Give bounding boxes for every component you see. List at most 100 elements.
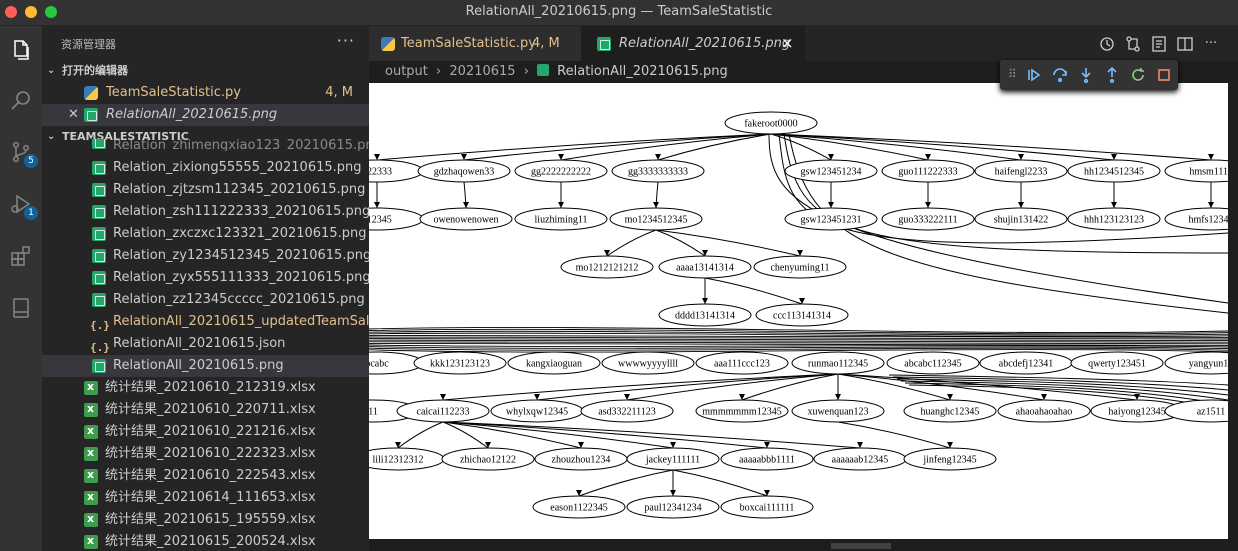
graph-node-label: zhouzhou1234 (552, 455, 611, 466)
file-item[interactable]: 统计结果_20210610_222323.xlsx (42, 443, 369, 465)
step-over-icon[interactable] (1052, 67, 1068, 83)
image-file-icon (537, 64, 550, 76)
file-label: Relation_zsh111222333_20210615.png (113, 204, 369, 219)
graph-node: ccc113141314 (755, 303, 849, 327)
scm-badge: 5 (24, 154, 38, 168)
file-item[interactable]: Relation_zixiong55555_20210615.png (42, 157, 369, 179)
breadcrumb-item[interactable]: 20210615 (449, 64, 515, 79)
graph-node-label: owenowenowen (434, 215, 499, 226)
graph-node-label: 11 (369, 407, 378, 418)
scrollbar-thumb[interactable] (831, 543, 891, 549)
breadcrumb-item[interactable]: output (385, 64, 428, 79)
graph-node-label: ahaoahaoahao (1016, 407, 1073, 418)
restart-icon[interactable] (1130, 67, 1146, 83)
excel-file-icon (84, 443, 98, 464)
open-editor-item[interactable]: ✕ RelationAll_20210615.png (42, 104, 369, 126)
file-item[interactable]: Relation_zz12345ccccc_20210615.png (42, 289, 369, 311)
step-out-icon[interactable] (1104, 67, 1120, 83)
graph-node-label: jackey111111 (645, 455, 700, 466)
stop-icon[interactable] (1156, 67, 1172, 83)
more-actions-icon[interactable]: ··· (1202, 35, 1220, 53)
breadcrumb-item[interactable]: RelationAll_20210615.png (557, 64, 728, 79)
file-label: 统计结果_20210610_222543.xlsx (105, 468, 316, 483)
open-changes-icon[interactable] (1124, 35, 1142, 53)
open-preview-icon[interactable] (1150, 35, 1168, 53)
file-item[interactable]: 统计结果_20210610_220711.xlsx (42, 399, 369, 421)
tab-badge: 4, M (532, 36, 560, 51)
search-icon[interactable] (5, 84, 37, 116)
graph-arrow (828, 202, 834, 208)
more-actions-icon[interactable]: ··· (337, 31, 355, 50)
file-label: 统计结果_20210610_221216.xlsx (105, 424, 316, 439)
file-item[interactable]: 统计结果_20210610_222543.xlsx (42, 465, 369, 487)
graph-arrow (1041, 394, 1047, 400)
explorer-icon[interactable] (5, 34, 37, 66)
file-item[interactable]: {.} RelationAll_20210615.json (42, 333, 369, 355)
graph-node-label: kangxiaoguan (526, 359, 582, 370)
extensions-icon[interactable] (5, 240, 37, 272)
file-item[interactable]: Relation_zjtzsm112345_20210615.png (42, 179, 369, 201)
graph-arrow (764, 442, 770, 448)
graph-node: dddd13141314 (658, 303, 752, 327)
file-item[interactable]: 统计结果_20210610_221216.xlsx (42, 421, 369, 443)
file-item[interactable]: Relation_zhimengxiao123_20210615.png (42, 139, 369, 151)
file-item[interactable]: Relation_zy1234512345_20210615.png (42, 245, 369, 267)
open-editor-item[interactable]: TeamSaleStatistic.py 4, M (42, 82, 369, 104)
graph-node: ahaoahaoahao (997, 399, 1091, 423)
graph-node: jinfeng12345 (903, 447, 997, 471)
graph-node-label: haifengl2233 (995, 167, 1048, 178)
file-item[interactable]: 统计结果_20210610_212319.xlsx (42, 377, 369, 399)
file-item[interactable]: Relation_zyx555111333_20210615.png (42, 267, 369, 289)
graph-node: az1511 (1164, 399, 1228, 423)
file-label: 统计结果_20210615_195559.xlsx (105, 512, 316, 527)
graph-node: gg3333333333 (611, 159, 705, 183)
graph-node-label: lili12312312 (372, 455, 423, 466)
image-file-icon (92, 293, 106, 307)
graph-node-label: xuwenquan123 (807, 407, 868, 418)
file-item[interactable]: Relation_zsh111222333_20210615.png (42, 201, 369, 223)
vertical-scrollbar[interactable] (1228, 83, 1238, 551)
file-item[interactable]: 统计结果_20210614_111653.xlsx (42, 487, 369, 509)
close-icon[interactable]: × (781, 26, 794, 61)
run-debug-icon[interactable]: 1 (5, 188, 38, 220)
graph-edge (442, 421, 674, 449)
file-item[interactable]: Relation_zxczxc123321_20210615.png (42, 223, 369, 245)
graph-node-label: mmmmmmm12345 (702, 407, 781, 418)
tab-teamsalestatistic[interactable]: TeamSaleStatistic.py 4, M (369, 26, 581, 61)
remote-explorer-icon[interactable] (5, 292, 37, 324)
graph-node-label: huanghc12345 (921, 407, 980, 418)
file-item[interactable]: RelationAll_20210615.png (42, 355, 369, 377)
open-editors-section[interactable]: ⌄ 打开的编辑器 (42, 60, 369, 82)
graph-edge (704, 277, 803, 305)
file-item[interactable]: 统计结果_20210615_195559.xlsx (42, 509, 369, 531)
graph-node-label: aaa111ccc123 (714, 359, 770, 370)
graph-node: eason1122345 (532, 495, 626, 519)
split-editor-icon[interactable] (1176, 35, 1194, 53)
file-label: Relation_zhimengxiao123_20210615.png (113, 139, 369, 151)
excel-file-icon (84, 531, 98, 551)
step-into-icon[interactable] (1078, 67, 1094, 83)
graph-node: whylxqw12345 (490, 399, 584, 423)
horizontal-scrollbar[interactable] (369, 541, 1228, 551)
timeline-icon[interactable] (1098, 35, 1116, 53)
graph-arrow (653, 202, 659, 208)
graph-arrow (558, 202, 564, 208)
graph-node: paul12341234 (626, 495, 720, 519)
source-control-icon[interactable]: 5 (5, 136, 38, 168)
tab-relationall[interactable]: RelationAll_20210615.png × (581, 26, 805, 61)
image-file-icon (92, 249, 106, 263)
graph-arrow (670, 490, 676, 496)
graph-node-label: az1511 (1197, 407, 1226, 418)
graph-edge (672, 469, 768, 497)
graph-arrow (374, 202, 380, 208)
excel-file-icon (84, 399, 98, 420)
close-icon[interactable]: ✕ (68, 104, 79, 126)
graph-arrow (670, 442, 676, 448)
continue-icon[interactable] (1026, 67, 1042, 83)
graph-edge (578, 469, 674, 497)
file-item[interactable]: 统计结果_20210615_200524.xlsx (42, 531, 369, 551)
drag-handle-icon[interactable]: ⠿ (1008, 67, 1017, 81)
graph-node-label: abcdefj12341 (999, 359, 1053, 370)
file-item[interactable]: {.} RelationAll_20210615_updatedTeamSal..… (42, 311, 369, 333)
graph-node: lili12312312 (369, 447, 445, 471)
